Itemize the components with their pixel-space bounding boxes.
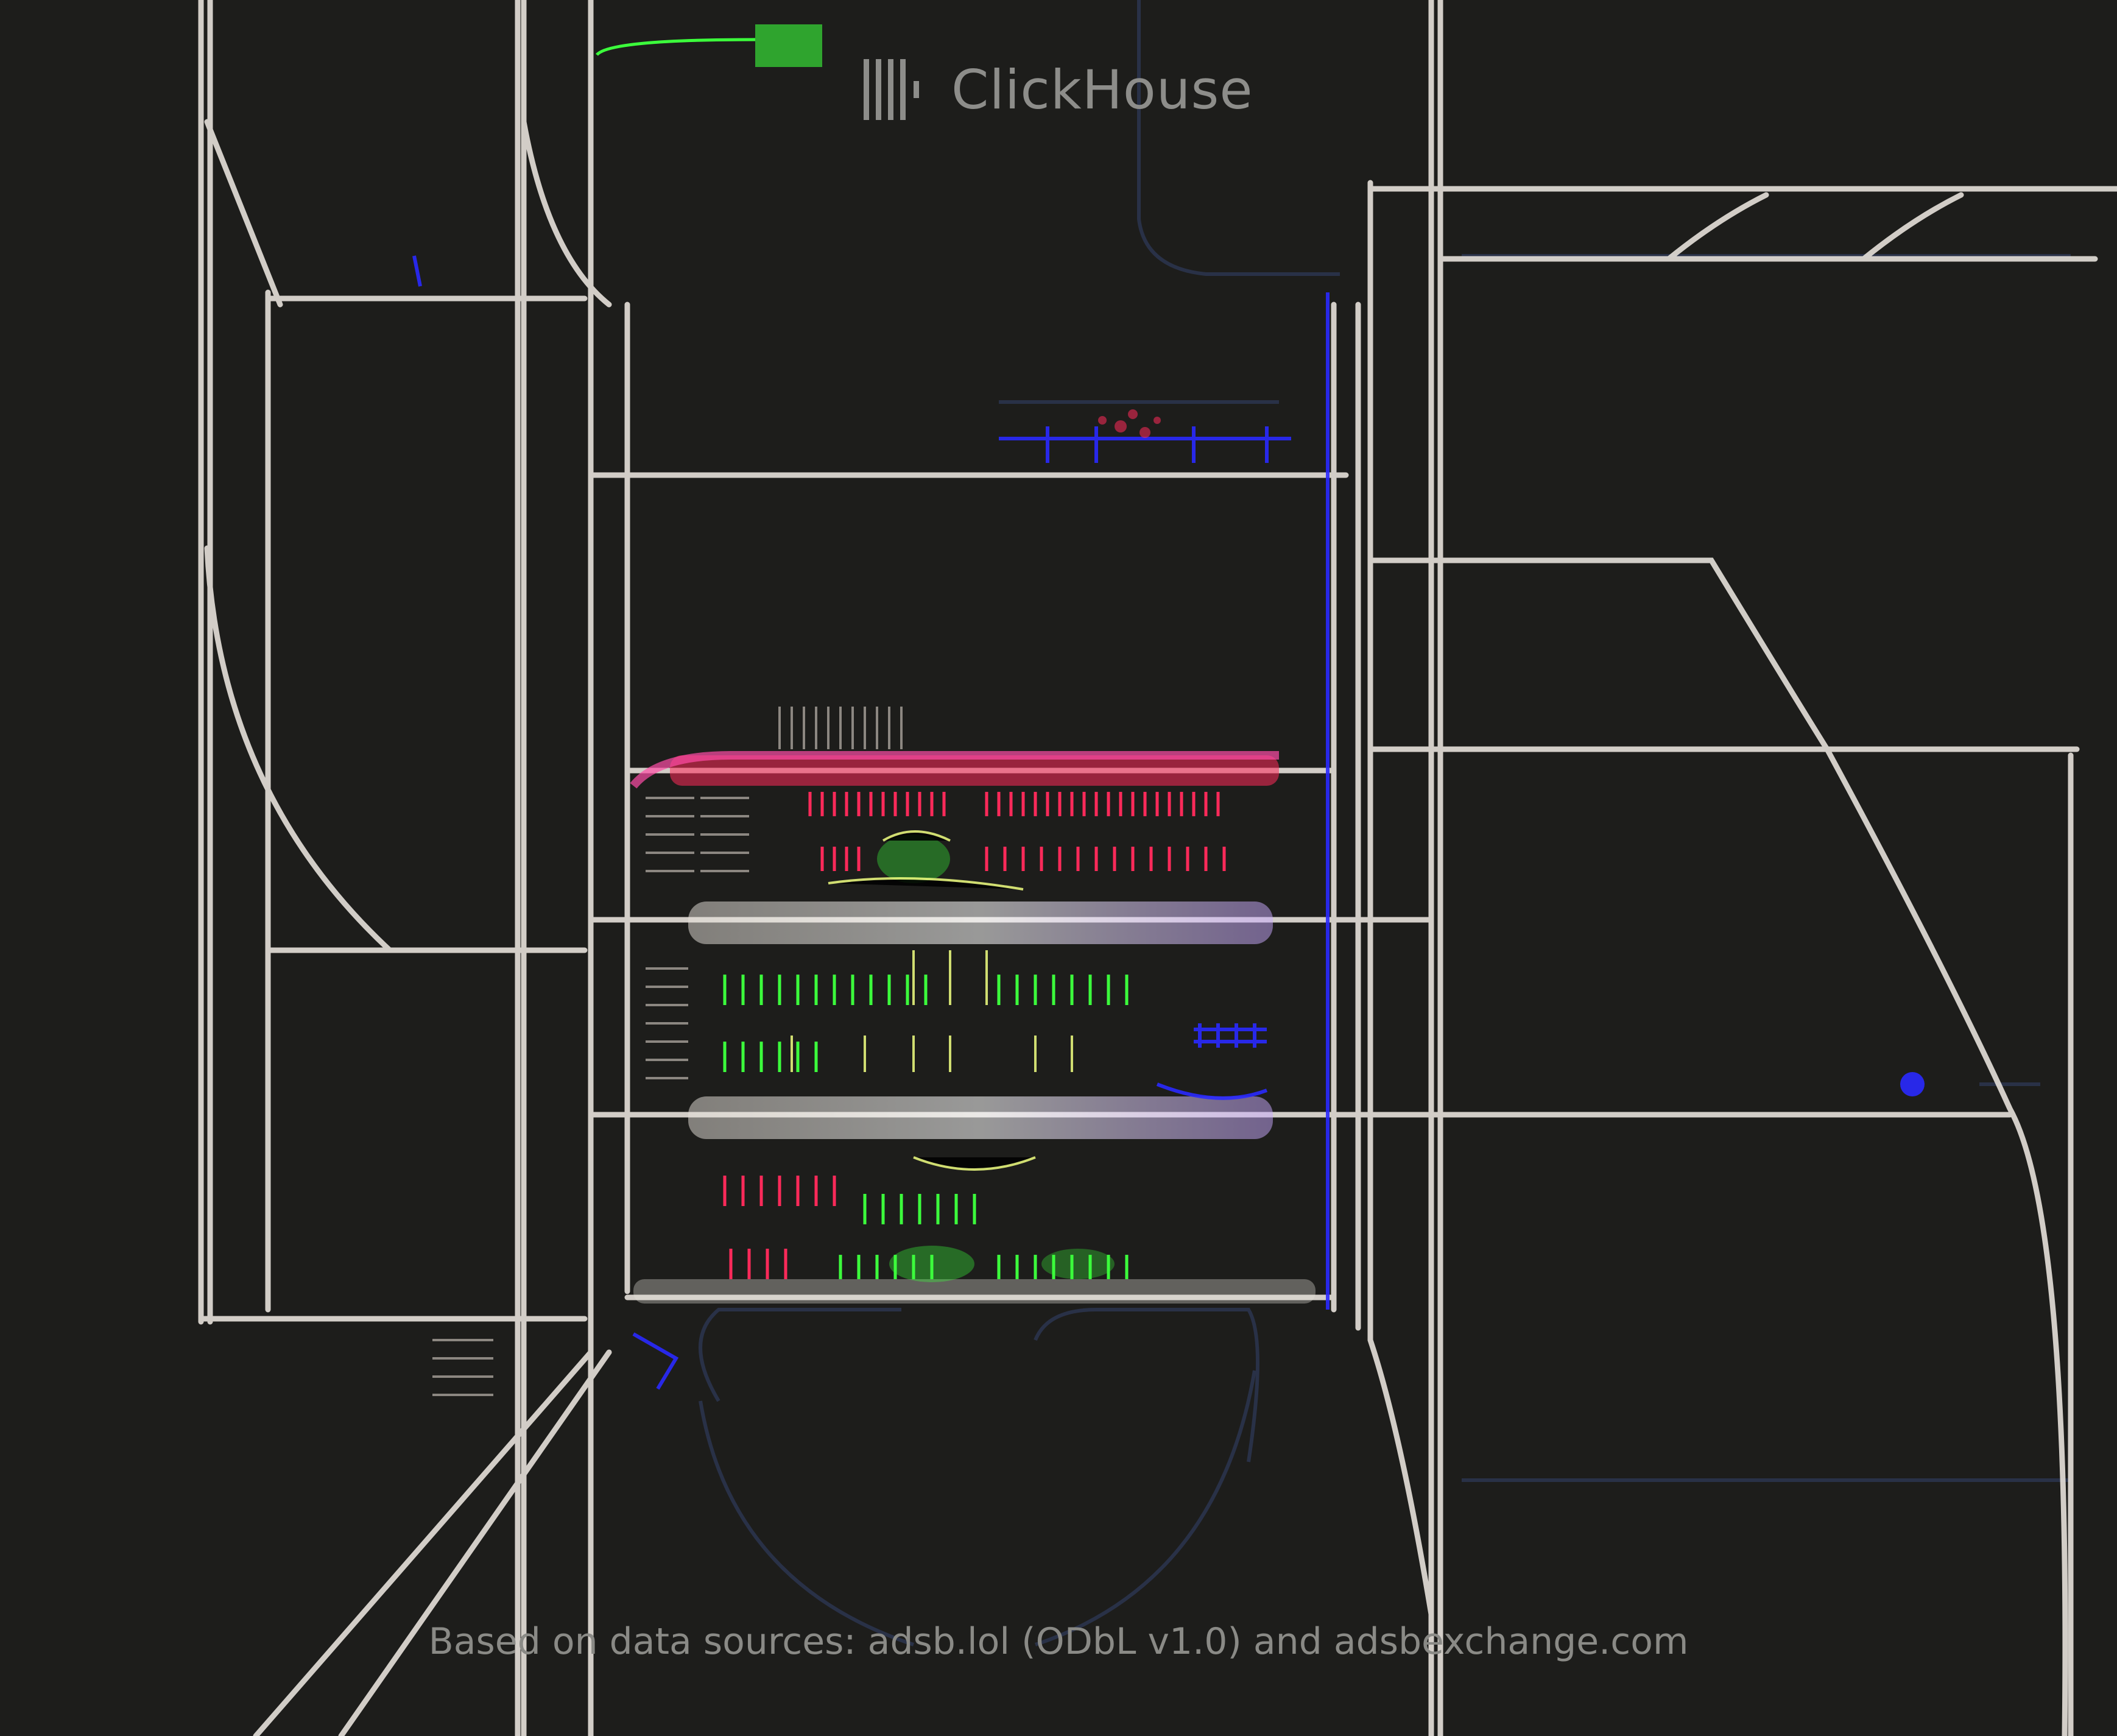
brand-header: ClickHouse [859,50,1253,129]
airport-track-map[interactable] [0,0,2117,1736]
clickhouse-bars-icon [864,59,919,120]
brand-name: ClickHouse [951,58,1253,121]
gate-tracks-blue [412,255,1925,1390]
data-attribution: Based on data sources: adsb.lol (ODbL v1… [428,1620,1689,1663]
ramp-activity-red [1098,409,1161,438]
map-canvas[interactable]: ClickHouse Based on data sources: adsb.l… [0,0,2117,1736]
gate-tracks-green [596,24,1129,1282]
runway-tracks [198,0,2117,1736]
